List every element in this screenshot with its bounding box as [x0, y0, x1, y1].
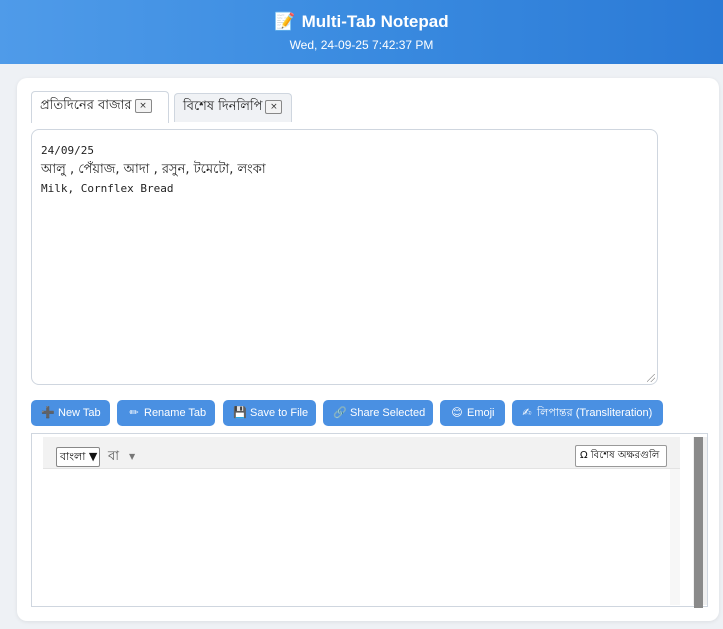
new-tab-button[interactable]: ➕ New Tab: [31, 400, 110, 426]
tab-label: প্রতিদিনের বাজার: [40, 98, 132, 113]
pencil-icon: ✏: [129, 407, 139, 419]
emoji-button[interactable]: 😊 Emoji: [440, 400, 505, 426]
new-tab-label: New Tab: [58, 407, 101, 419]
scrollbar-thumb[interactable]: [694, 437, 703, 608]
emoji-label: Emoji: [467, 407, 495, 419]
notepad-icon: 📝: [274, 12, 296, 31]
special-characters-button[interactable]: Ω বিশেষ অক্ষরগুলি: [575, 445, 667, 467]
language-select[interactable]: বাংলা ▼: [56, 447, 100, 467]
keyboard-content-area: [43, 469, 670, 605]
rename-tab-button[interactable]: ✏ Rename Tab: [117, 400, 215, 426]
app-header: 📝 Multi-Tab Notepad Wed, 24-09-25 7:42:37…: [0, 0, 723, 64]
plus-icon: ➕: [41, 407, 55, 419]
editor-line: Milk, Cornflex Bread: [41, 182, 174, 195]
tab-close-icon[interactable]: ×: [265, 99, 283, 114]
editor-line: 24/09/25: [41, 144, 94, 157]
tab-daily-market[interactable]: প্রতিদিনের বাজার ×: [31, 91, 169, 123]
transliteration-button[interactable]: ✍ লিপান্তর (Transliteration): [512, 400, 663, 426]
app-title-text: Multi-Tab Notepad: [301, 12, 449, 31]
tab-special-diary[interactable]: বিশেষ দিনলিপি ×: [174, 93, 292, 122]
floppy-disk-icon: 💾: [233, 407, 247, 419]
rename-tab-label: Rename Tab: [144, 407, 207, 419]
notepad-card: প্রতিদিনের বাজার × বিশেষ দিনলিপি × 24/09/2…: [17, 78, 719, 621]
link-icon: 🔗: [333, 407, 347, 419]
app-title: 📝 Multi-Tab Notepad: [0, 11, 723, 33]
note-textarea[interactable]: 24/09/25 আলু , পেঁয়াজ, আদা , রসুন, টমেট…: [31, 129, 658, 385]
save-to-file-button[interactable]: 💾 Save to File: [223, 400, 316, 426]
tab-close-icon[interactable]: ×: [134, 98, 152, 113]
scrollbar-track[interactable]: [693, 437, 707, 608]
smiley-icon: 😊: [451, 407, 463, 419]
tab-label: বিশেষ দিনলিপি: [183, 99, 263, 114]
current-datetime: Wed, 24-09-25 7:42:37 PM: [289, 38, 434, 52]
chevron-down-icon[interactable]: ▼: [129, 449, 135, 465]
virtual-keyboard-panel: বাংলা ▼ বা ▼ Ω বিশেষ অক্ষরগুলি: [31, 433, 708, 608]
keyboard-topbar: বাংলা ▼ বা ▼ Ω বিশেষ অক্ষরগুলি: [43, 437, 680, 469]
share-selected-label: Share Selected: [350, 407, 426, 419]
share-selected-button[interactable]: 🔗 Share Selected: [323, 400, 433, 426]
input-script-label[interactable]: বা: [108, 447, 119, 467]
save-to-file-label: Save to File: [250, 407, 309, 419]
writing-hand-icon: ✍: [522, 407, 532, 419]
transliteration-label: লিপান্তর (Transliteration): [537, 407, 653, 419]
keyboard-frame: বাংলা ▼ বা ▼ Ω বিশেষ অক্ষরগুলি: [43, 437, 680, 605]
resize-handle-icon[interactable]: [647, 374, 655, 382]
editor-line: আলু , পেঁয়াজ, আদা , রসুন, টমেটো, লংকা: [41, 162, 266, 177]
